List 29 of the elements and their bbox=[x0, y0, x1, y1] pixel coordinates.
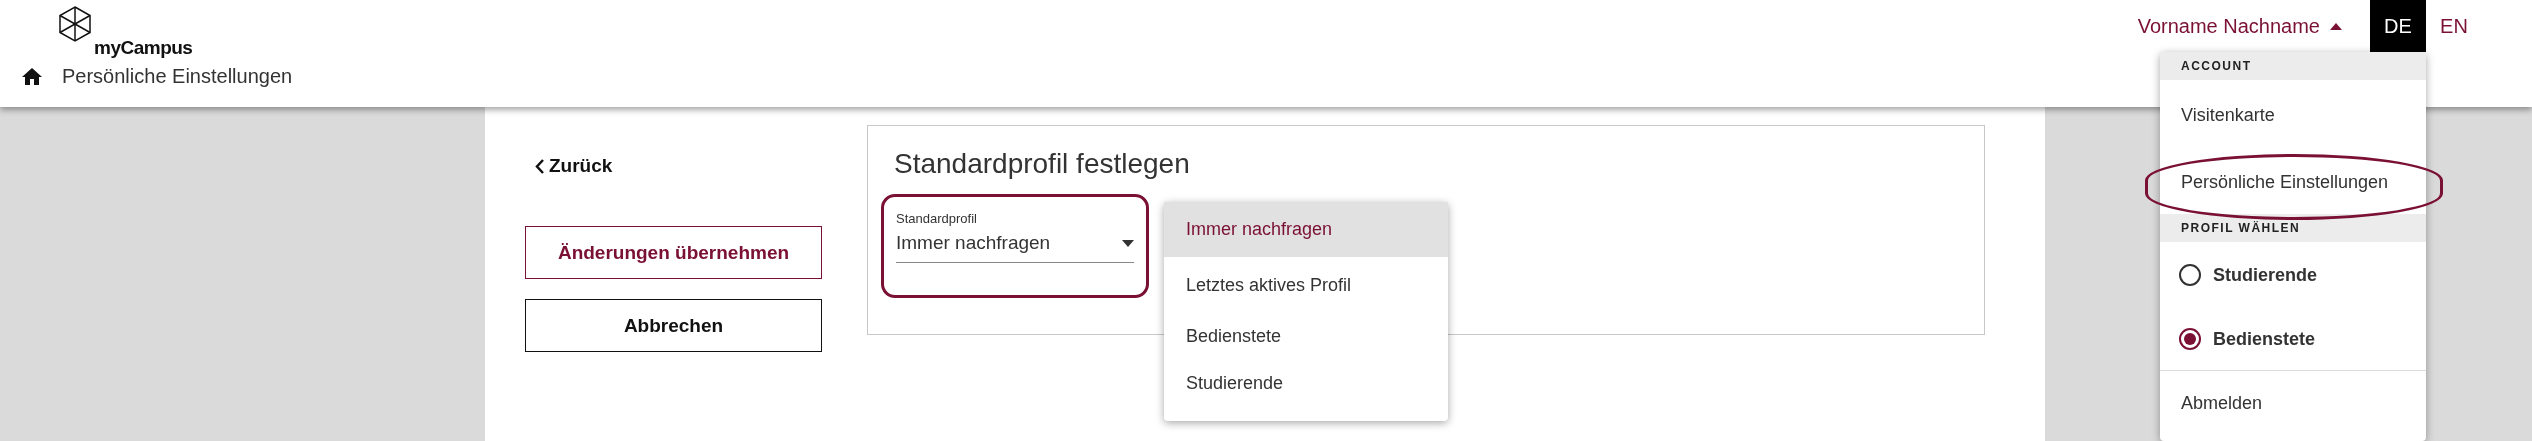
back-link[interactable]: Zurück bbox=[535, 155, 613, 177]
chevron-left-icon bbox=[535, 158, 545, 174]
profile-select[interactable]: Immer nachfragen bbox=[896, 230, 1134, 263]
dropdown-option[interactable]: Immer nachfragen bbox=[1164, 202, 1448, 257]
radio-label: Bedienstete bbox=[2213, 328, 2316, 350]
cancel-button[interactable]: Abbrechen bbox=[525, 299, 822, 352]
field-label: Standardprofil bbox=[896, 211, 977, 226]
home-icon[interactable] bbox=[22, 67, 42, 85]
language-button[interactable]: DE bbox=[2370, 0, 2426, 52]
dropdown-option[interactable]: Letztes aktives Profil bbox=[1164, 257, 1448, 313]
menu-item[interactable]: Persönliche Einstellungen bbox=[2160, 150, 2426, 214]
radio-button[interactable] bbox=[2179, 264, 2201, 286]
caret-icon bbox=[2330, 22, 2342, 30]
logo-text: myCampus bbox=[94, 37, 193, 59]
apply-button[interactable]: Änderungen übernehmen bbox=[525, 226, 822, 279]
dropdown-option[interactable]: Studierende bbox=[1164, 360, 1448, 407]
radio-label: Studierende bbox=[2213, 264, 2318, 286]
page-title: Persönliche Einstellungen bbox=[62, 64, 293, 88]
caret-icon bbox=[1122, 239, 1134, 247]
language-button[interactable]: EN bbox=[2426, 0, 2482, 52]
logo-icon bbox=[58, 6, 92, 42]
menu-section-header: ACCOUNT bbox=[2160, 52, 2426, 80]
radio-button[interactable] bbox=[2179, 328, 2201, 350]
card-title: Standardprofil festlegen bbox=[894, 148, 1191, 180]
menu-section-header: PROFIL WÄHLEN bbox=[2160, 214, 2426, 242]
user-menu-button[interactable]: Vorname Nachname bbox=[2137, 0, 2370, 52]
dropdown-option[interactable]: Bedienstete bbox=[1164, 313, 1448, 360]
menu-item[interactable]: Visitenkarte bbox=[2160, 80, 2426, 150]
menu-item[interactable]: Abmelden bbox=[2160, 371, 2426, 435]
